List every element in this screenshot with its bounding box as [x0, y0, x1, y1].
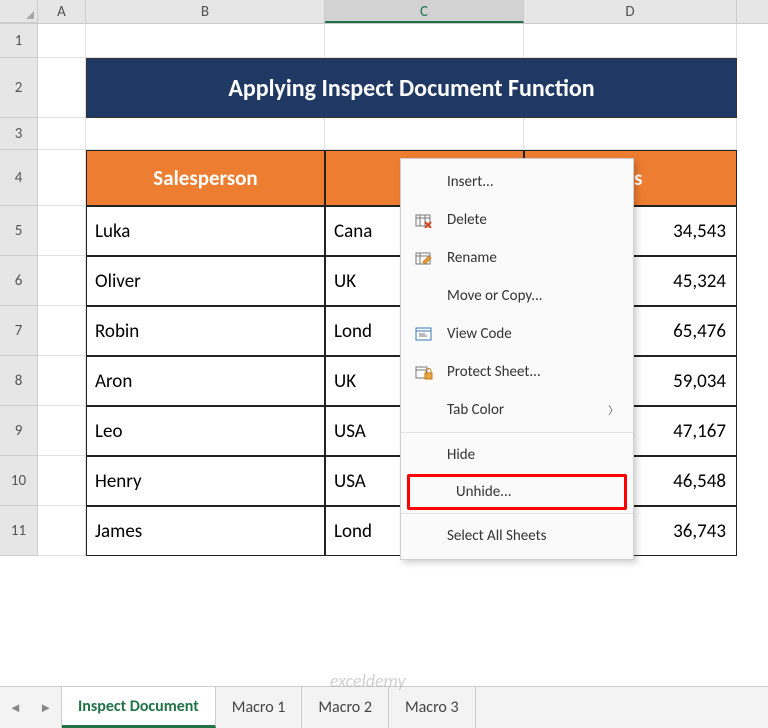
cell-a6[interactable]	[38, 256, 86, 306]
tab-macro-3[interactable]: Macro 3	[389, 687, 476, 728]
nav-prev-icon[interactable]: ◄	[9, 700, 22, 716]
column-header-row: A B C D	[0, 0, 768, 24]
menu-label: Hide	[447, 446, 619, 464]
sheet-nav-buttons[interactable]: ◄ ►	[0, 687, 62, 728]
cell-a1[interactable]	[38, 24, 86, 58]
menu-tab-color[interactable]: Tab Color 〉	[401, 391, 633, 429]
tab-macro-2[interactable]: Macro 2	[302, 687, 389, 728]
menu-rename[interactable]: Rename	[401, 239, 633, 277]
select-all-corner[interactable]	[0, 0, 38, 23]
cell-a10[interactable]	[38, 456, 86, 506]
protect-icon	[411, 362, 437, 382]
cell-a9[interactable]	[38, 406, 86, 456]
menu-label: Insert...	[447, 173, 619, 191]
rename-icon	[411, 248, 437, 268]
chevron-right-icon: 〉	[608, 402, 619, 418]
spreadsheet-area: A B C D 1 2 Applying Inspect Document Fu…	[0, 0, 768, 728]
cell-b8[interactable]: Aron	[86, 356, 325, 406]
menu-select-all-sheets[interactable]: Select All Sheets	[401, 517, 633, 555]
menu-label: Rename	[447, 249, 619, 267]
row-header-9[interactable]: 9	[0, 406, 38, 456]
cell-a7[interactable]	[38, 306, 86, 356]
sheet-context-menu: Insert... Delete Rename Move or Copy... …	[400, 158, 634, 560]
sheet-tabs-bar: ◄ ► Inspect Document Macro 1 Macro 2 Mac…	[0, 686, 768, 728]
menu-label: Unhide...	[456, 483, 610, 501]
menu-insert[interactable]: Insert...	[401, 163, 633, 201]
move-icon	[411, 286, 437, 306]
menu-unhide[interactable]: Unhide...	[407, 474, 627, 510]
cell-b5[interactable]: Luka	[86, 206, 325, 256]
row-header-6[interactable]: 6	[0, 256, 38, 306]
insert-icon	[411, 172, 437, 192]
menu-label: Delete	[447, 211, 619, 229]
cell-a11[interactable]	[38, 506, 86, 556]
menu-label: Protect Sheet...	[447, 363, 619, 381]
menu-protect-sheet[interactable]: Protect Sheet...	[401, 353, 633, 391]
col-header-d[interactable]: D	[524, 0, 737, 23]
cell-b6[interactable]: Oliver	[86, 256, 325, 306]
cell-d3[interactable]	[524, 118, 737, 150]
tab-macro-1[interactable]: Macro 1	[216, 687, 303, 728]
cell-a8[interactable]	[38, 356, 86, 406]
menu-separator	[401, 513, 633, 514]
col-header-a[interactable]: A	[38, 0, 86, 23]
menu-view-code[interactable]: View Code	[401, 315, 633, 353]
menu-label: Move or Copy...	[447, 287, 619, 305]
cell-b1[interactable]	[86, 24, 325, 58]
tab-inspect-document[interactable]: Inspect Document	[62, 687, 216, 728]
cell-c3[interactable]	[325, 118, 524, 150]
unhide-icon	[420, 482, 446, 502]
row-header-2[interactable]: 2	[0, 58, 38, 118]
menu-move-copy[interactable]: Move or Copy...	[401, 277, 633, 315]
row-header-1[interactable]: 1	[0, 24, 38, 58]
tab-color-icon	[411, 400, 437, 420]
cell-b11[interactable]: James	[86, 506, 325, 556]
header-salesperson[interactable]: Salesperson	[86, 150, 325, 206]
hide-icon	[411, 445, 437, 465]
cell-a4[interactable]	[38, 150, 86, 206]
row-header-7[interactable]: 7	[0, 306, 38, 356]
col-header-b[interactable]: B	[86, 0, 325, 23]
cell-b9[interactable]: Leo	[86, 406, 325, 456]
view-code-icon	[411, 324, 437, 344]
cell-a2[interactable]	[38, 58, 86, 118]
menu-label: View Code	[447, 325, 619, 343]
cell-b10[interactable]: Henry	[86, 456, 325, 506]
menu-delete[interactable]: Delete	[401, 201, 633, 239]
delete-icon	[411, 210, 437, 230]
select-all-icon	[411, 526, 437, 546]
row-header-4[interactable]: 4	[0, 150, 38, 206]
cell-a5[interactable]	[38, 206, 86, 256]
row-header-11[interactable]: 11	[0, 506, 38, 556]
title-cell[interactable]: Applying Inspect Document Function	[86, 58, 737, 118]
cell-a3[interactable]	[38, 118, 86, 150]
menu-label: Tab Color	[447, 401, 608, 419]
menu-separator	[401, 432, 633, 433]
row-header-8[interactable]: 8	[0, 356, 38, 406]
nav-next-icon[interactable]: ►	[39, 700, 52, 716]
col-header-c[interactable]: C	[325, 0, 524, 23]
row-header-10[interactable]: 10	[0, 456, 38, 506]
cell-b7[interactable]: Robin	[86, 306, 325, 356]
row-header-3[interactable]: 3	[0, 118, 38, 150]
menu-hide[interactable]: Hide	[401, 436, 633, 474]
cell-d1[interactable]	[524, 24, 737, 58]
menu-label: Select All Sheets	[447, 527, 619, 545]
cell-b3[interactable]	[86, 118, 325, 150]
cell-c1[interactable]	[325, 24, 524, 58]
grid-body: 1 2 Applying Inspect Document Function 3…	[0, 24, 768, 686]
row-header-5[interactable]: 5	[0, 206, 38, 256]
